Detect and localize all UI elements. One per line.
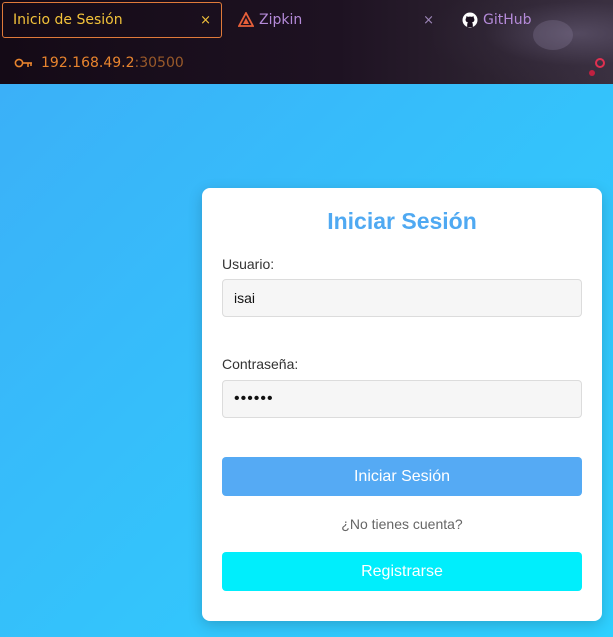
tab-github[interactable]: GitHub xyxy=(462,2,602,38)
no-account-text: ¿No tienes cuenta? xyxy=(341,516,463,532)
url-host: 192.168.49.2 xyxy=(41,55,135,71)
username-input[interactable] xyxy=(222,279,582,317)
close-icon[interactable]: × xyxy=(423,13,434,28)
tab-bar: Inicio de Sesión × Zipkin × GitHub xyxy=(0,0,613,42)
login-button[interactable]: Iniciar Sesión xyxy=(222,457,582,496)
login-card: Iniciar Sesión Usuario: Contraseña: Inic… xyxy=(202,188,602,621)
github-icon xyxy=(462,12,478,28)
page-background: Iniciar Sesión Usuario: Contraseña: Inic… xyxy=(0,84,613,637)
tab-label: Zipkin xyxy=(259,12,303,28)
username-label: Usuario: xyxy=(222,256,275,272)
zipkin-icon xyxy=(237,11,255,28)
close-icon[interactable]: × xyxy=(200,13,211,28)
password-input[interactable] xyxy=(222,380,582,418)
tab-label: GitHub xyxy=(483,12,532,28)
register-button[interactable]: Registrarse xyxy=(222,552,582,591)
browser-chrome: Inicio de Sesión × Zipkin × GitHub 192.1… xyxy=(0,0,613,84)
password-label: Contraseña: xyxy=(222,356,299,372)
tab-zipkin[interactable]: Zipkin × xyxy=(237,2,448,38)
page-title: Iniciar Sesión xyxy=(327,208,477,234)
key-icon[interactable] xyxy=(14,56,34,70)
tab-inicio-de-sesion[interactable]: Inicio de Sesión × xyxy=(2,2,222,38)
url-text[interactable]: 192.168.49.2:30500 xyxy=(41,55,184,71)
tab-label: Inicio de Sesión xyxy=(13,12,123,28)
address-bar[interactable]: 192.168.49.2:30500 xyxy=(0,46,613,82)
url-port: :30500 xyxy=(134,55,184,71)
